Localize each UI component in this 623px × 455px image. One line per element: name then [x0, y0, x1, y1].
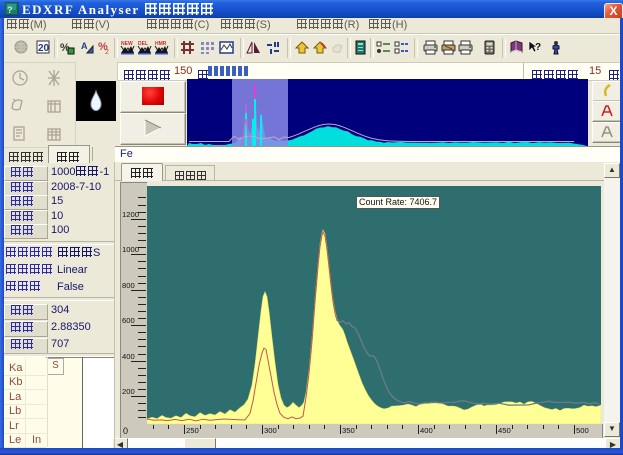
- svg-text:?: ?: [7, 5, 13, 15]
- svg-text:?: ?: [535, 42, 541, 53]
- svg-text:DEL: DEL: [138, 41, 148, 47]
- svg-text:A: A: [81, 41, 88, 51]
- svg-text:2: 2: [105, 49, 109, 55]
- svg-text:20: 20: [38, 43, 50, 54]
- svg-text:NEW: NEW: [121, 41, 133, 47]
